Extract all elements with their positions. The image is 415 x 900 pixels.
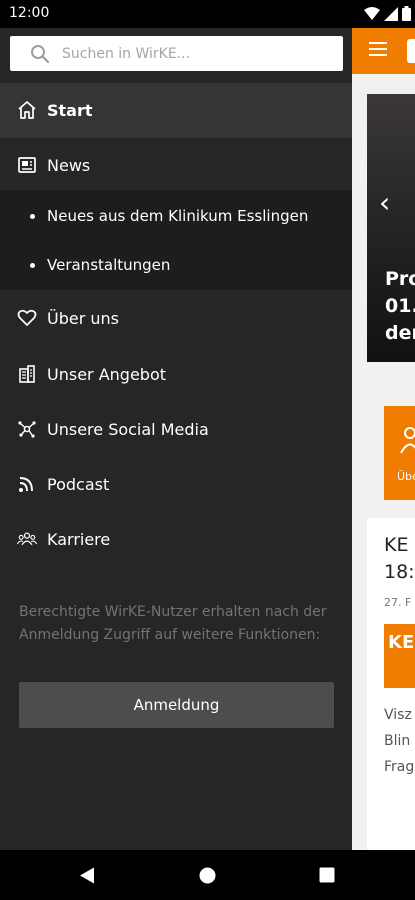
tile-label: Übe bbox=[397, 470, 415, 483]
building-icon bbox=[17, 364, 37, 384]
sub-item-veranstaltungen[interactable]: Veranstaltungen bbox=[0, 243, 352, 289]
sub-label-veranstaltungen: Veranstaltungen bbox=[47, 256, 171, 274]
bullet-point bbox=[30, 263, 35, 268]
bullet-point bbox=[30, 214, 35, 219]
app-logo bbox=[407, 39, 415, 63]
search-input[interactable] bbox=[62, 36, 332, 71]
chevron-left-icon[interactable]: ‹ bbox=[379, 186, 390, 219]
nav-label-news: News bbox=[47, 155, 91, 175]
feature-tile[interactable]: Übe bbox=[384, 406, 415, 500]
sub-label-neues: Neues aus dem Klinikum Esslingen bbox=[47, 207, 309, 225]
rss-icon bbox=[17, 474, 37, 494]
card-thumbnail-text: KE bbox=[388, 632, 415, 653]
nav-label-social-media: Unsere Social Media bbox=[47, 419, 209, 439]
nav-item-news[interactable]: News bbox=[0, 139, 352, 191]
nav-label-podcast: Podcast bbox=[47, 474, 110, 494]
search-box bbox=[10, 36, 343, 71]
navigation-drawer: Start News Neues aus dem Klinikum Esslin… bbox=[0, 28, 352, 850]
wifi-icon bbox=[364, 6, 380, 20]
back-icon[interactable] bbox=[79, 867, 95, 884]
card-excerpt: Visz Blin Frag bbox=[384, 707, 415, 775]
people-icon bbox=[400, 427, 415, 454]
sub-item-neues-aus-dem-klinikum[interactable]: Neues aus dem Klinikum Esslingen bbox=[0, 194, 352, 240]
network-icon bbox=[17, 419, 37, 439]
menu-icon[interactable] bbox=[369, 42, 387, 56]
system-navigation-bar bbox=[0, 850, 415, 900]
hero-carousel[interactable]: ‹ Pro 01. der bbox=[367, 94, 415, 362]
search-icon bbox=[31, 45, 50, 64]
status-time: 12:00 bbox=[9, 5, 50, 21]
nav-label-start: Start bbox=[47, 100, 93, 120]
nav-item-start[interactable]: Start bbox=[0, 84, 352, 136]
signal-icon bbox=[384, 6, 398, 21]
app-toolbar bbox=[352, 28, 415, 74]
card-date: 27. F bbox=[384, 596, 412, 609]
status-bar: 12:00 bbox=[0, 0, 415, 28]
nav-item-unser-angebot[interactable]: Unser Angebot bbox=[0, 348, 352, 400]
group-icon bbox=[17, 529, 37, 549]
recents-icon[interactable] bbox=[319, 867, 335, 883]
card-thumbnail: KE bbox=[384, 624, 415, 688]
login-button[interactable]: Anmeldung bbox=[19, 682, 334, 728]
background-app: ‹ Pro 01. der Übe KE 18: 27. F KE Visz B… bbox=[352, 28, 415, 850]
newspaper-icon bbox=[17, 155, 37, 175]
hero-title: Pro 01. der bbox=[385, 268, 415, 344]
home-button-icon[interactable] bbox=[199, 867, 216, 884]
heart-icon bbox=[17, 308, 37, 328]
nav-item-podcast[interactable]: Podcast bbox=[0, 458, 352, 510]
status-icons bbox=[364, 6, 411, 21]
battery-icon bbox=[402, 6, 411, 21]
nav-item-social-media[interactable]: Unsere Social Media bbox=[0, 403, 352, 455]
nav-label-unser-angebot: Unser Angebot bbox=[47, 364, 166, 384]
card-title: KE 18: bbox=[384, 534, 415, 583]
home-icon bbox=[17, 100, 37, 120]
nav-item-karriere[interactable]: Karriere bbox=[0, 513, 352, 565]
nav-label-ueber-uns: Über uns bbox=[47, 308, 119, 328]
nav-item-ueber-uns[interactable]: Über uns bbox=[0, 292, 352, 344]
login-note: Berechtigte WirKE-Nutzer erhalten nach d… bbox=[19, 604, 327, 643]
nav-label-karriere: Karriere bbox=[47, 529, 111, 549]
news-card[interactable]: KE 18: 27. F KE Visz Blin Frag bbox=[367, 518, 415, 850]
